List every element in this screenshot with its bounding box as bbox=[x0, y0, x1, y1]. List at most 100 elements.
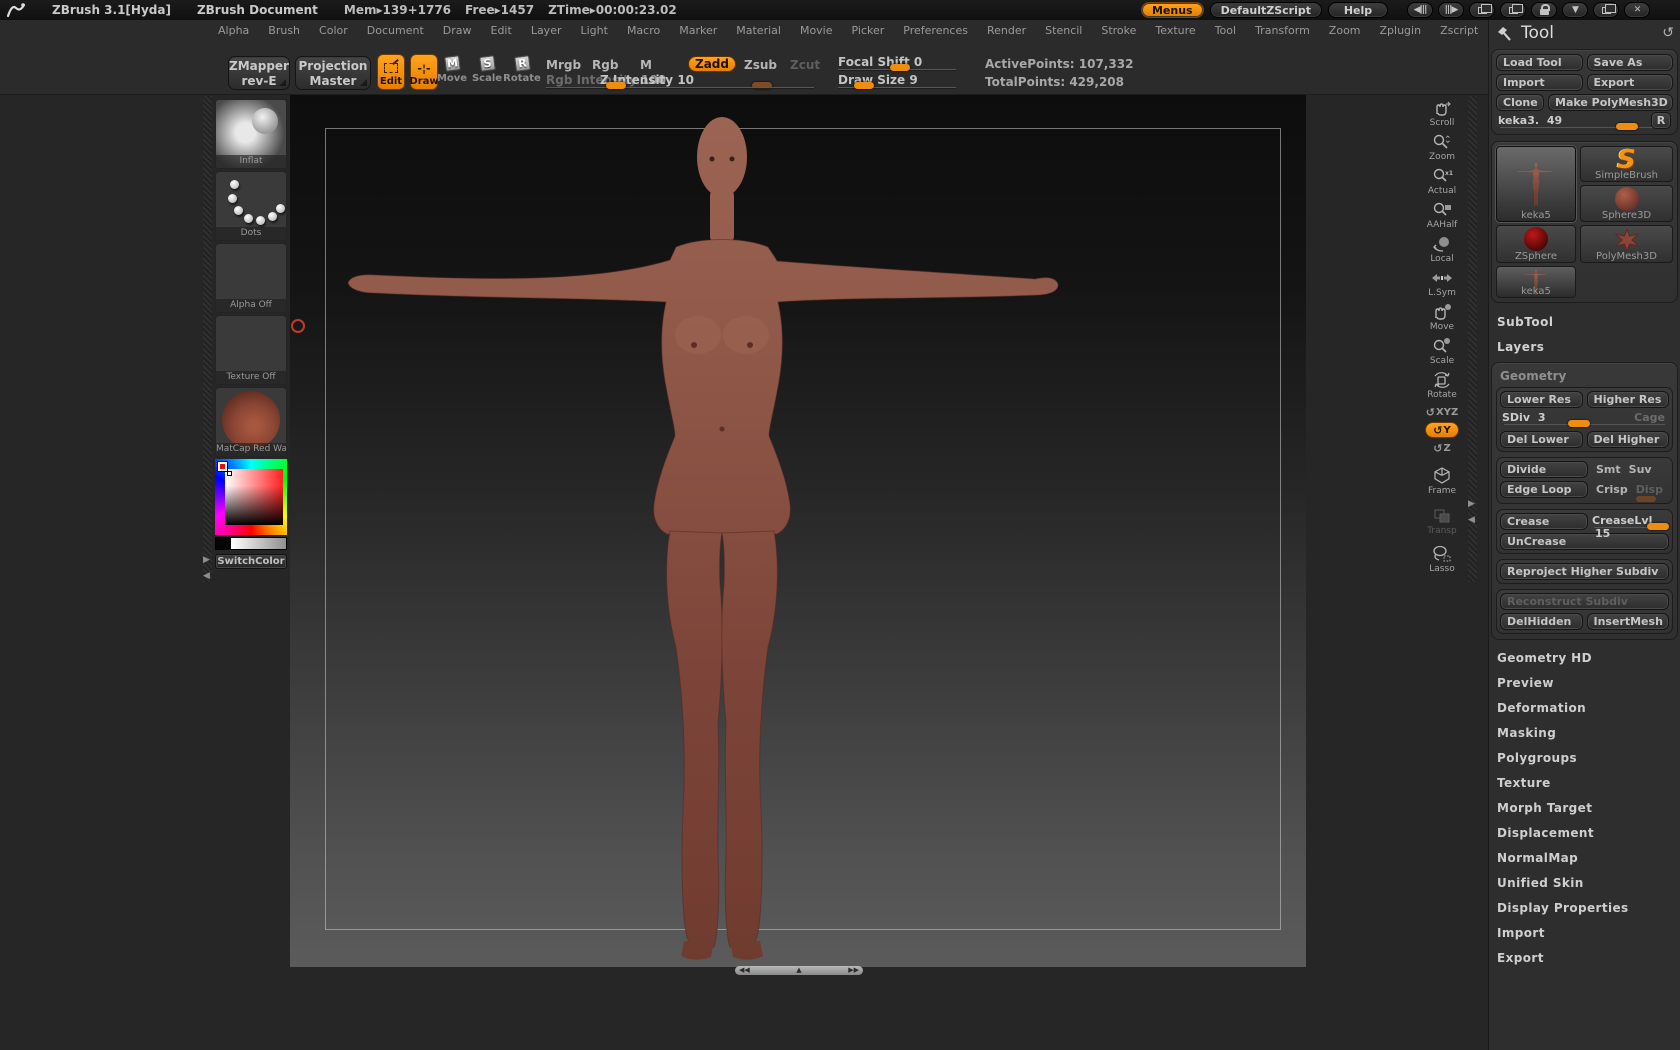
move-shelf-button[interactable]: Move bbox=[1430, 302, 1454, 332]
smt-toggle[interactable]: Smt bbox=[1592, 461, 1625, 478]
zsphere-tool-thumb[interactable]: ZSphere bbox=[1496, 225, 1576, 263]
menu-zoom[interactable]: Zoom bbox=[1329, 24, 1361, 37]
menu-zplugin[interactable]: Zplugin bbox=[1380, 24, 1422, 37]
menu-transform[interactable]: Transform bbox=[1255, 24, 1310, 37]
section-displacement[interactable]: Displacement bbox=[1489, 821, 1680, 846]
menu-brush[interactable]: Brush bbox=[268, 24, 300, 37]
scroll-right-icon[interactable]: ▶▶ bbox=[848, 966, 859, 975]
menu-render[interactable]: Render bbox=[987, 24, 1026, 37]
sculpt-model-figure[interactable] bbox=[290, 95, 1154, 967]
lock-icon[interactable] bbox=[1531, 2, 1557, 18]
current-material-thumb[interactable]: MatCap Red Wa bbox=[215, 387, 287, 457]
simplebrush-tool-thumb[interactable]: S SimpleBrush bbox=[1580, 146, 1673, 182]
lower-res-button[interactable]: Lower Res bbox=[1500, 391, 1583, 408]
canvas-scrollbar[interactable]: ◀◀ ▲ ▶▶ bbox=[735, 966, 863, 975]
menu-texture[interactable]: Texture bbox=[1155, 24, 1195, 37]
projection-master-button[interactable]: Projection Master bbox=[295, 56, 371, 90]
scroll-left-icon[interactable]: ◀◀ bbox=[739, 966, 750, 975]
rotate-xyz-button[interactable]: ↺ XYZ bbox=[1426, 404, 1458, 420]
tray-open-arrow-icon[interactable]: ▶ bbox=[203, 556, 210, 565]
edge-loop-button[interactable]: Edge Loop bbox=[1500, 481, 1588, 498]
default-zscript-button[interactable]: DefaultZScript bbox=[1209, 2, 1322, 18]
color-picker-hue-selector[interactable] bbox=[218, 462, 227, 471]
minimize-button[interactable]: ▼ bbox=[1562, 2, 1588, 18]
section-display-properties[interactable]: Display Properties bbox=[1489, 896, 1680, 921]
layers-section[interactable]: Layers bbox=[1489, 334, 1680, 359]
document-canvas[interactable] bbox=[290, 95, 1306, 967]
prev-document-button[interactable]: ◀||| bbox=[1407, 2, 1433, 18]
rotate-shelf-button[interactable]: Rotate bbox=[1427, 370, 1457, 400]
draw-mode-button[interactable]: -¦- Draw bbox=[409, 54, 439, 90]
zoom-tool-button[interactable]: Zoom bbox=[1429, 132, 1455, 162]
close-button[interactable]: ✕ bbox=[1624, 2, 1650, 18]
section-masking[interactable]: Masking bbox=[1489, 721, 1680, 746]
cage-toggle[interactable]: Cage bbox=[1634, 411, 1665, 424]
slider-handle[interactable] bbox=[1647, 522, 1669, 530]
menu-stencil[interactable]: Stencil bbox=[1045, 24, 1082, 37]
local-symmetry-button[interactable]: L.Sym bbox=[1428, 268, 1456, 298]
help-button[interactable]: Help bbox=[1328, 2, 1388, 18]
section-texture[interactable]: Texture bbox=[1489, 771, 1680, 796]
slider-handle[interactable] bbox=[890, 64, 910, 71]
lasso-button[interactable]: Lasso bbox=[1429, 544, 1455, 574]
menus-button[interactable]: Menus bbox=[1140, 2, 1204, 18]
polymesh3d-tool-thumb[interactable]: PolyMesh3D bbox=[1580, 225, 1673, 263]
clone-button[interactable]: Clone bbox=[1496, 94, 1544, 111]
menu-material[interactable]: Material bbox=[736, 24, 781, 37]
mrgb-toggle[interactable]: Mrgb bbox=[546, 58, 581, 72]
scale-shelf-button[interactable]: Scale bbox=[1430, 336, 1454, 366]
uncrease-button[interactable]: UnCrease bbox=[1500, 533, 1669, 550]
tray-close-arrow-icon[interactable]: ◀ bbox=[203, 572, 210, 581]
cascade-left-icon[interactable] bbox=[1469, 2, 1495, 18]
cascade-right-icon[interactable] bbox=[1500, 2, 1526, 18]
aahalf-button[interactable]: AAHalf bbox=[1427, 200, 1457, 230]
slider-handle[interactable] bbox=[1568, 420, 1590, 427]
current-stroke-thumb[interactable]: Dots bbox=[215, 171, 287, 241]
m-toggle[interactable]: M bbox=[640, 58, 652, 72]
active-tool-thumb[interactable]: keka5 bbox=[1496, 146, 1576, 222]
del-lower-button[interactable]: Del Lower bbox=[1500, 431, 1583, 448]
del-hidden-button[interactable]: DelHidden bbox=[1500, 613, 1583, 630]
slider-handle[interactable] bbox=[1616, 123, 1638, 130]
current-brush-thumb[interactable]: Inflat bbox=[215, 99, 287, 169]
export-button[interactable]: Export bbox=[1586, 74, 1673, 91]
section-unified-skin[interactable]: Unified Skin bbox=[1489, 871, 1680, 896]
actual-size-button[interactable]: x1 Actual bbox=[1428, 166, 1456, 196]
local-pivot-button[interactable]: Local bbox=[1430, 234, 1454, 264]
gradient-color-swatch[interactable] bbox=[231, 537, 287, 550]
draw-size-slider[interactable]: Draw Size 9 bbox=[838, 73, 956, 89]
save-as-button[interactable]: Save As bbox=[1586, 54, 1673, 71]
crease-button[interactable]: Crease bbox=[1500, 513, 1588, 530]
menu-movie[interactable]: Movie bbox=[800, 24, 833, 37]
color-picker-sv-selector[interactable] bbox=[227, 471, 232, 476]
section-normalmap[interactable]: NormalMap bbox=[1489, 846, 1680, 871]
menu-marker[interactable]: Marker bbox=[679, 24, 717, 37]
current-texture-thumb[interactable]: Texture Off bbox=[215, 315, 287, 385]
rgb-toggle[interactable]: Rgb bbox=[592, 58, 618, 72]
color-picker[interactable] bbox=[215, 459, 287, 535]
zcut-toggle[interactable]: Zcut bbox=[790, 58, 820, 72]
next-document-button[interactable]: |||▶ bbox=[1438, 2, 1464, 18]
import-button[interactable]: Import bbox=[1496, 74, 1583, 91]
reconstruct-subdiv-button[interactable]: Reconstruct Subdiv bbox=[1500, 593, 1669, 610]
section-geometry-hd[interactable]: Geometry HD bbox=[1489, 646, 1680, 671]
menu-color[interactable]: Color bbox=[319, 24, 348, 37]
tray-open-arrow-icon[interactable]: ▶ bbox=[1468, 500, 1475, 509]
section-preview[interactable]: Preview bbox=[1489, 671, 1680, 696]
scroll-tool-button[interactable]: Scroll bbox=[1430, 98, 1454, 128]
tool-quicksave-slider[interactable]: keka3. 49 R bbox=[1498, 112, 1671, 130]
higher-res-button[interactable]: Higher Res bbox=[1586, 391, 1669, 408]
rotate-y-button[interactable]: ↺ Y bbox=[1425, 422, 1459, 438]
focal-shift-slider[interactable]: Focal Shift 0 bbox=[838, 55, 956, 71]
slider-handle[interactable] bbox=[606, 82, 626, 89]
zadd-toggle[interactable]: Zadd bbox=[688, 56, 736, 72]
section-export[interactable]: Export bbox=[1489, 946, 1680, 971]
menu-draw[interactable]: Draw bbox=[443, 24, 472, 37]
divide-button[interactable]: Divide bbox=[1500, 461, 1588, 478]
current-alpha-thumb[interactable]: Alpha Off bbox=[215, 243, 287, 313]
rotate-mode-button[interactable]: R Rotate bbox=[503, 55, 541, 84]
section-polygroups[interactable]: Polygroups bbox=[1489, 746, 1680, 771]
menu-layer[interactable]: Layer bbox=[531, 24, 562, 37]
section-deformation[interactable]: Deformation bbox=[1489, 696, 1680, 721]
menu-tool[interactable]: Tool bbox=[1215, 24, 1236, 37]
